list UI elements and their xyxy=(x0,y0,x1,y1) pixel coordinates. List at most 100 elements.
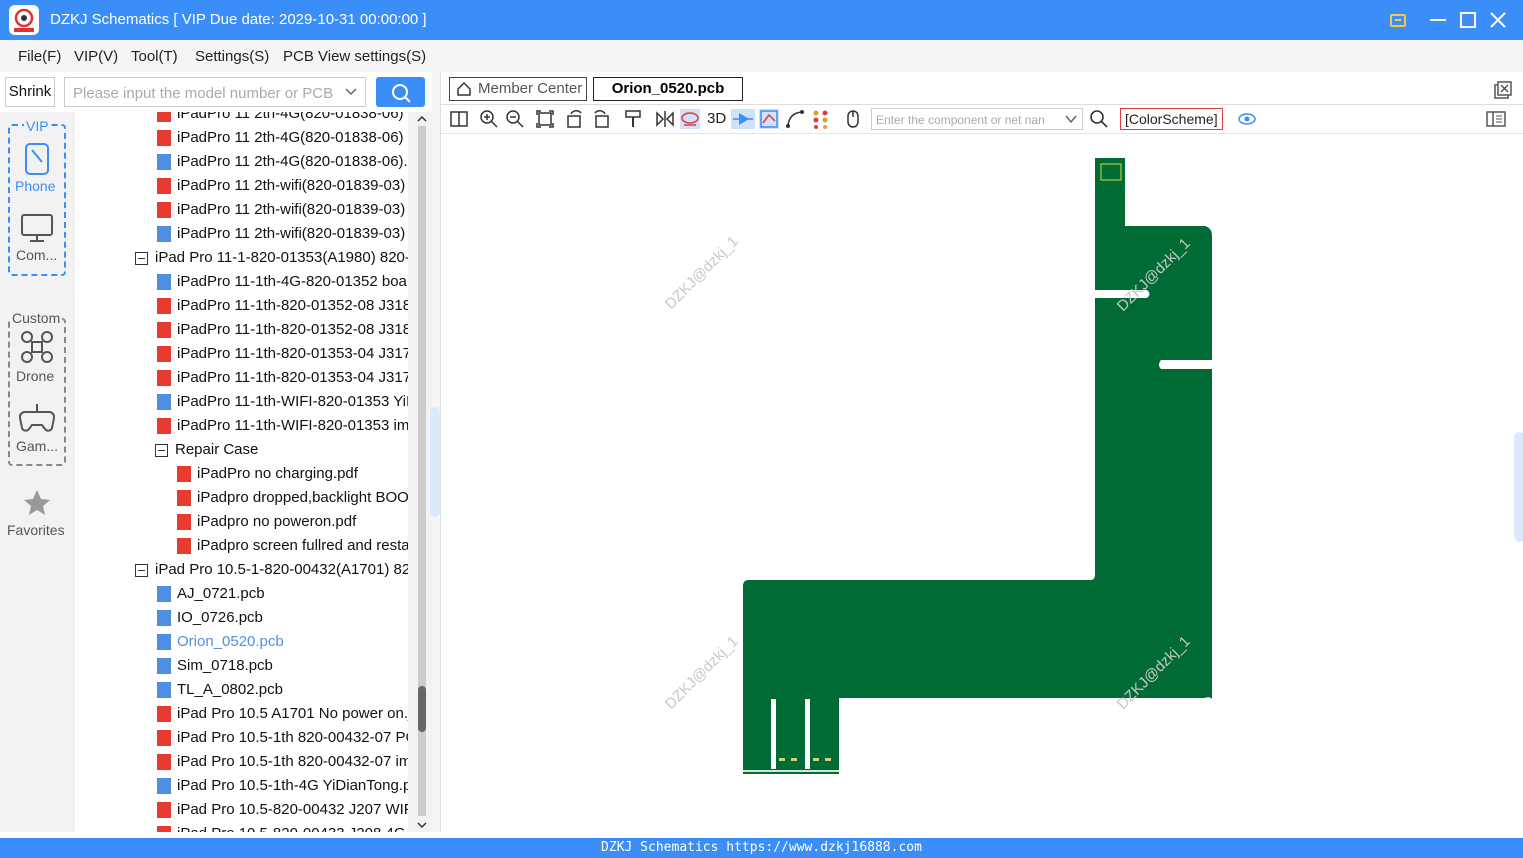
components-grid-icon[interactable] xyxy=(811,109,831,129)
right-collapse-handle[interactable] xyxy=(1514,432,1523,542)
model-search-input[interactable]: Please input the model number or PCB xyxy=(64,77,366,107)
scroll-up-icon[interactable] xyxy=(417,114,427,124)
menu-file[interactable]: File(F) xyxy=(18,48,61,65)
rail-item-drone[interactable]: Drone xyxy=(10,328,64,390)
vip-icon[interactable] xyxy=(1386,8,1410,32)
tree-item-label: iPad Pro 10.5-1-820-00432(A1701) 82 xyxy=(155,561,408,578)
pcb-file-icon xyxy=(157,274,171,290)
watermark-text: DZKJ@dzkj_1 xyxy=(662,233,742,313)
rail-item-favorites[interactable]: Favorites xyxy=(2,486,72,546)
title-bar: DZKJ Schematics [ VIP Due date: 2029-10-… xyxy=(0,0,1523,40)
custom-label: Custom xyxy=(10,310,63,326)
split-view-icon[interactable] xyxy=(449,109,469,129)
collapse-handle[interactable] xyxy=(430,407,440,517)
pdf-file-icon xyxy=(157,298,171,314)
rotate-right-icon[interactable] xyxy=(591,109,611,129)
tree-item-label: TL_A_0802.pcb xyxy=(177,681,283,698)
tree-item-label: Repair Case xyxy=(175,441,259,458)
rail-label-computer: Com... xyxy=(16,247,58,263)
tree-item-label: iPad Pro 10.5-1th-4G YiDianTong.p xyxy=(177,777,408,794)
tab-member-center[interactable]: Member Center xyxy=(449,77,587,101)
color-scheme-button[interactable]: [ColorScheme] xyxy=(1120,108,1223,130)
pcb-file-icon xyxy=(157,658,171,674)
pcb-file-icon xyxy=(157,634,171,650)
pcb-board-view[interactable]: DZKJ@dzkj_1 DZKJ@dzkj_1 DZKJ@dzkj_1 DZKJ… xyxy=(441,134,1523,832)
shrink-button[interactable]: Shrink xyxy=(5,77,55,107)
rail-item-phone[interactable]: Phone xyxy=(10,134,64,200)
pdf-file-icon xyxy=(177,538,191,554)
tree-item-label: iPad Pro 10.5-1th 820-00432-07 im xyxy=(177,753,408,770)
rail-item-computer[interactable]: Com... xyxy=(10,207,64,273)
tree-item-label: iPadPro 11 2th-4G(820-01838-06).p xyxy=(177,153,408,170)
scroll-thumb[interactable] xyxy=(418,686,426,732)
menu-tool[interactable]: Tool(T) xyxy=(131,48,178,65)
tree-item-label: iPadPro 11 2th-wifi(820-01839-03) xyxy=(177,225,406,242)
tree-item-label: iPad Pro 11-1-820-01353(A1980) 820- xyxy=(155,249,408,266)
rail-label-favorites: Favorites xyxy=(7,522,65,538)
pcb-file-icon xyxy=(157,778,171,794)
zoom-in-icon[interactable] xyxy=(479,109,499,129)
category-rail: VIP Phone Com... Custom Drone Gam... Fav… xyxy=(0,112,75,832)
pdf-file-icon xyxy=(157,130,171,146)
panel-splitter[interactable] xyxy=(430,72,441,832)
chevron-down-icon[interactable] xyxy=(345,87,357,97)
collapse-toggle-icon[interactable] xyxy=(155,444,168,457)
net-highlight-icon[interactable] xyxy=(759,109,779,129)
pdf-file-icon xyxy=(157,112,171,122)
minimize-icon[interactable] xyxy=(1426,8,1450,32)
pdf-file-icon xyxy=(177,490,191,506)
collapse-toggle-icon[interactable] xyxy=(135,564,148,577)
maximize-icon[interactable] xyxy=(1456,8,1480,32)
tab-member-center-label: Member Center xyxy=(478,80,583,97)
pcb-file-icon xyxy=(157,154,171,170)
pdf-file-icon xyxy=(157,178,171,194)
status-bar: DZKJ Schematics https://www.dzkj16888.co… xyxy=(0,838,1523,858)
pdf-file-icon xyxy=(177,514,191,530)
search-button[interactable] xyxy=(376,77,425,107)
gamepad-icon xyxy=(19,404,55,432)
file-tree: iPadPro 11 2th-4G(820-01838-06) iPadPro 1… xyxy=(75,112,408,832)
menu-vip[interactable]: VIP(V) xyxy=(74,48,118,65)
tree-item-label: iPad Pro 10.5 A1701 No power on.j xyxy=(177,705,408,722)
rail-label-phone: Phone xyxy=(15,178,56,194)
close-icon[interactable] xyxy=(1486,8,1510,32)
view-3d-button[interactable]: 3D xyxy=(707,110,726,127)
window-title: DZKJ Schematics [ VIP Due date: 2029-10-… xyxy=(50,11,427,28)
eye-icon[interactable] xyxy=(1237,109,1257,129)
pdf-file-icon xyxy=(157,370,171,386)
pcb-canvas[interactable]: DZKJ@dzkj_1 DZKJ@dzkj_1 DZKJ@dzkj_1 DZKJ… xyxy=(441,134,1523,832)
tree-item-label: iPadpro screen fullred and resta xyxy=(197,537,408,554)
flip-board-icon[interactable] xyxy=(680,109,700,129)
pdf-file-icon xyxy=(157,706,171,722)
tree-item-label: iPadPro 11 2th-4G(820-01838-06) S xyxy=(177,129,408,146)
rail-label-game: Gam... xyxy=(16,438,59,454)
tab-active-file[interactable]: Orion_0520.pcb xyxy=(593,77,743,101)
pdf-file-icon xyxy=(177,466,191,482)
chevron-down-icon[interactable] xyxy=(1065,115,1077,124)
scroll-down-icon[interactable] xyxy=(417,820,427,830)
fit-view-icon[interactable] xyxy=(535,109,555,129)
component-search-icon[interactable] xyxy=(1089,109,1109,129)
rail-item-game[interactable]: Gam... xyxy=(10,398,64,460)
pin-mode-icon[interactable] xyxy=(731,109,755,129)
board-slot xyxy=(805,699,810,769)
menu-pcb-view-settings[interactable]: PCB View settings(S) xyxy=(283,48,426,65)
pdf-file-icon xyxy=(157,754,171,770)
tree-item-label: Orion_0520.pcb xyxy=(177,633,284,650)
close-tab-icon[interactable] xyxy=(1493,80,1513,100)
tree-item-label: iPadPro 11-1th-4G-820-01352 boa xyxy=(177,273,407,290)
format-paint-icon[interactable] xyxy=(623,109,643,129)
tree-scrollbar[interactable] xyxy=(408,112,432,832)
tree-item-label: iPadPro 11-1th-820-01353-04 J317 xyxy=(177,345,408,362)
tree-item-label: iPad Pro 10.5-820-00433 J208 4G I xyxy=(177,822,408,832)
side-panel-icon[interactable] xyxy=(1485,109,1507,129)
pcb-file-icon xyxy=(157,610,171,626)
zoom-out-icon[interactable] xyxy=(505,109,525,129)
rotate-left-icon[interactable] xyxy=(565,109,585,129)
collapse-toggle-icon[interactable] xyxy=(135,252,148,265)
mirror-icon[interactable] xyxy=(655,109,675,129)
component-search-input[interactable]: Enter the component or net nan xyxy=(871,108,1083,130)
trace-icon[interactable] xyxy=(785,109,805,129)
mouse-mode-icon[interactable] xyxy=(843,109,863,129)
menu-settings[interactable]: Settings(S) xyxy=(195,48,269,65)
